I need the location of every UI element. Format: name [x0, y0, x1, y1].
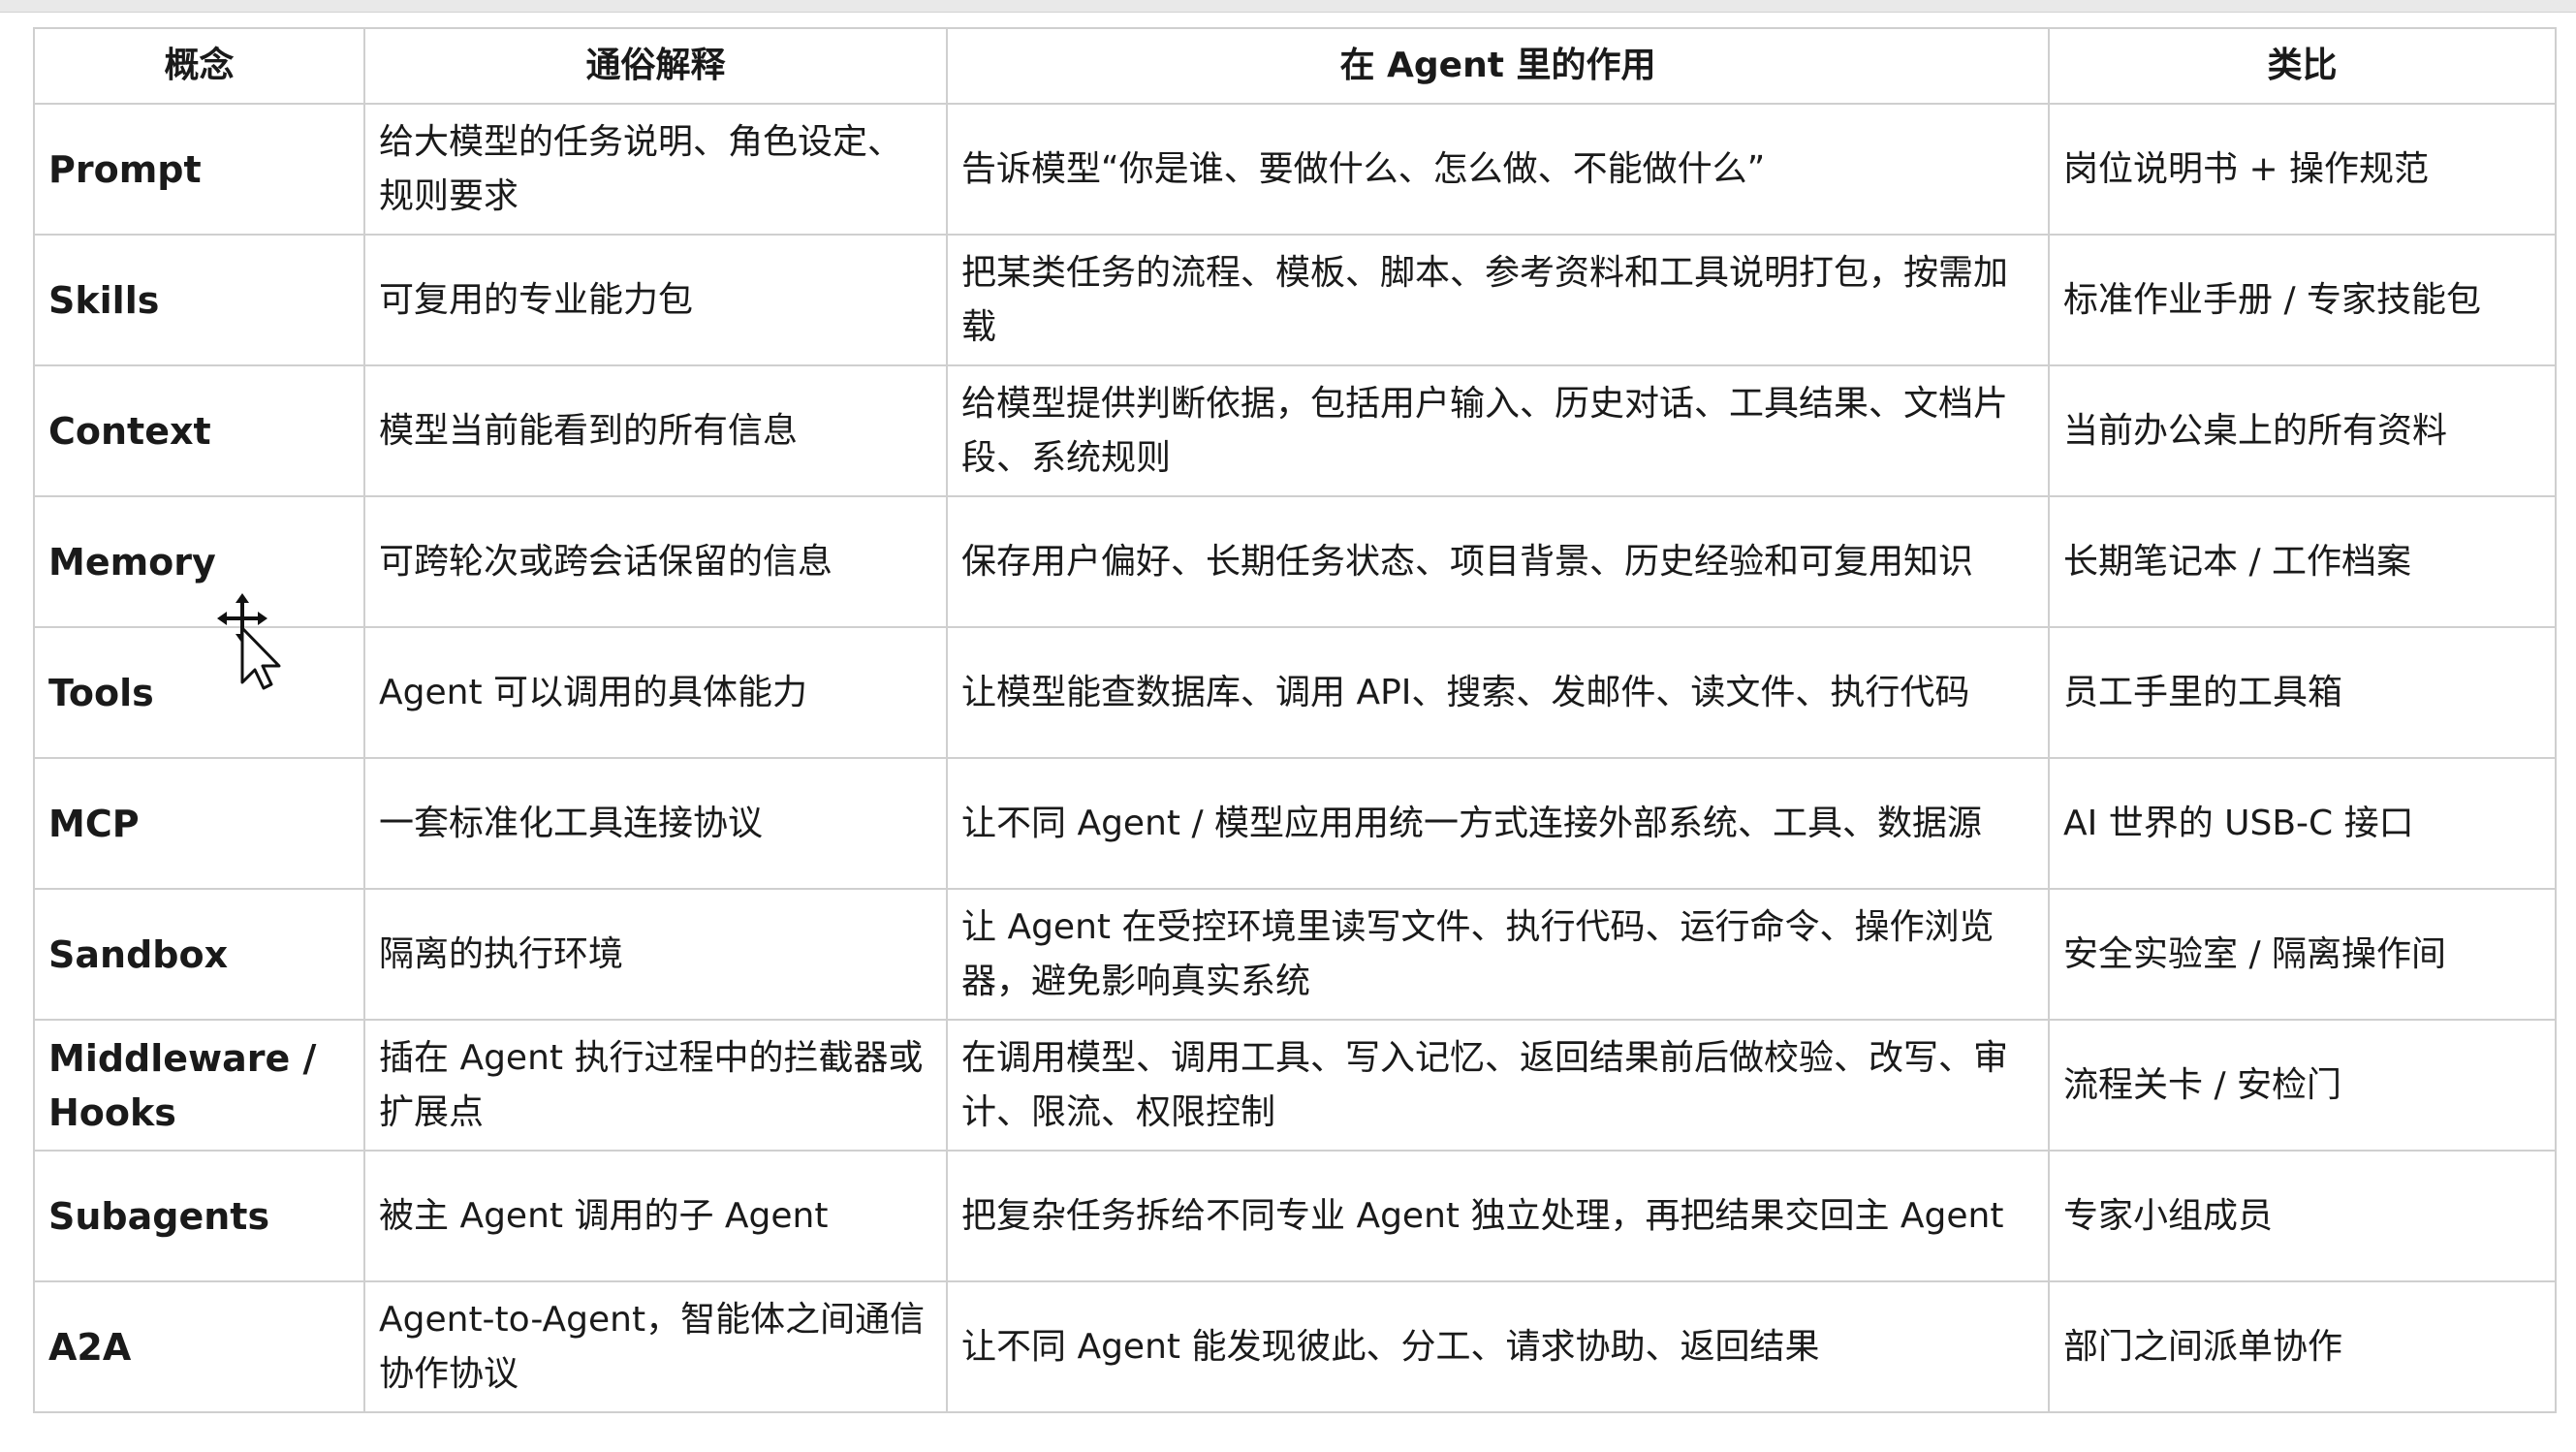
row-explanation: 一套标准化工具连接协议 — [363, 757, 948, 890]
row-explanation: 可复用的专业能力包 — [363, 234, 948, 366]
row-explanation: 模型当前能看到的所有信息 — [363, 364, 948, 497]
row-analogy: 专家小组成员 — [2048, 1150, 2557, 1282]
table-row: Memory 可跨轮次或跨会话保留的信息 保存用户偏好、长期任务状态、项目背景、… — [33, 495, 2557, 628]
row-role: 给模型提供判断依据，包括用户输入、历史对话、工具结果、文档片段、系统规则 — [946, 364, 2050, 497]
row-term: Tools — [33, 626, 365, 759]
row-role: 把复杂任务拆给不同专业 Agent 独立处理，再把结果交回主 Agent — [946, 1150, 2050, 1282]
row-explanation: 可跨轮次或跨会话保留的信息 — [363, 495, 948, 628]
top-window-strip — [0, 0, 2576, 13]
table-row: Prompt 给大模型的任务说明、角色设定、规则要求 告诉模型“你是谁、要做什么… — [33, 103, 2557, 236]
row-analogy: 长期笔记本 / 工作档案 — [2048, 495, 2557, 628]
row-term: Middleware / Hooks — [33, 1019, 365, 1152]
row-analogy: 员工手里的工具箱 — [2048, 626, 2557, 759]
header-plain-explanation: 通俗解释 — [363, 27, 948, 105]
row-term: Skills — [33, 234, 365, 366]
move-arrow-cursor-icon — [209, 593, 287, 690]
row-explanation: 给大模型的任务说明、角色设定、规则要求 — [363, 103, 948, 236]
row-explanation: 隔离的执行环境 — [363, 888, 948, 1021]
row-term: Sandbox — [33, 888, 365, 1021]
table-row: Tools Agent 可以调用的具体能力 让模型能查数据库、调用 API、搜索… — [33, 626, 2557, 759]
table-header-row: 概念 通俗解释 在 Agent 里的作用 类比 — [33, 27, 2557, 105]
header-concept: 概念 — [33, 27, 365, 105]
row-explanation: 被主 Agent 调用的子 Agent — [363, 1150, 948, 1282]
row-explanation: Agent 可以调用的具体能力 — [363, 626, 948, 759]
table-row: Subagents 被主 Agent 调用的子 Agent 把复杂任务拆给不同专… — [33, 1150, 2557, 1282]
row-analogy: 安全实验室 / 隔离操作间 — [2048, 888, 2557, 1021]
concept-table: 概念 通俗解释 在 Agent 里的作用 类比 Prompt 给大模型的任务说明… — [33, 27, 2557, 1413]
row-analogy: 标准作业手册 / 专家技能包 — [2048, 234, 2557, 366]
row-term: MCP — [33, 757, 365, 890]
table-row: MCP 一套标准化工具连接协议 让不同 Agent / 模型应用用统一方式连接外… — [33, 757, 2557, 890]
row-analogy: 部门之间派单协作 — [2048, 1280, 2557, 1413]
header-analogy: 类比 — [2048, 27, 2557, 105]
row-analogy: 流程关卡 / 安检门 — [2048, 1019, 2557, 1152]
row-role: 让不同 Agent / 模型应用用统一方式连接外部系统、工具、数据源 — [946, 757, 2050, 890]
row-term: Context — [33, 364, 365, 497]
table-row: Context 模型当前能看到的所有信息 给模型提供判断依据，包括用户输入、历史… — [33, 364, 2557, 497]
row-term: Prompt — [33, 103, 365, 236]
row-term: Subagents — [33, 1150, 365, 1282]
table-row: A2A Agent-to-Agent，智能体之间通信协作协议 让不同 Agent… — [33, 1280, 2557, 1413]
row-explanation: Agent-to-Agent，智能体之间通信协作协议 — [363, 1280, 948, 1413]
row-role: 让不同 Agent 能发现彼此、分工、请求协助、返回结果 — [946, 1280, 2050, 1413]
row-role: 在调用模型、调用工具、写入记忆、返回结果前后做校验、改写、审计、限流、权限控制 — [946, 1019, 2050, 1152]
row-term: A2A — [33, 1280, 365, 1413]
row-analogy: 当前办公桌上的所有资料 — [2048, 364, 2557, 497]
header-role-in-agent: 在 Agent 里的作用 — [946, 27, 2050, 105]
row-explanation: 插在 Agent 执行过程中的拦截器或扩展点 — [363, 1019, 948, 1152]
row-role: 保存用户偏好、长期任务状态、项目背景、历史经验和可复用知识 — [946, 495, 2050, 628]
row-analogy: 岗位说明书 + 操作规范 — [2048, 103, 2557, 236]
table-row: Sandbox 隔离的执行环境 让 Agent 在受控环境里读写文件、执行代码、… — [33, 888, 2557, 1021]
row-term: Memory — [33, 495, 365, 628]
row-role: 让模型能查数据库、调用 API、搜索、发邮件、读文件、执行代码 — [946, 626, 2050, 759]
row-role: 把某类任务的流程、模板、脚本、参考资料和工具说明打包，按需加载 — [946, 234, 2050, 366]
row-role: 告诉模型“你是谁、要做什么、怎么做、不能做什么” — [946, 103, 2050, 236]
row-role: 让 Agent 在受控环境里读写文件、执行代码、运行命令、操作浏览器，避免影响真… — [946, 888, 2050, 1021]
table-row: Skills 可复用的专业能力包 把某类任务的流程、模板、脚本、参考资料和工具说… — [33, 234, 2557, 366]
row-analogy: AI 世界的 USB-C 接口 — [2048, 757, 2557, 890]
table-row: Middleware / Hooks 插在 Agent 执行过程中的拦截器或扩展… — [33, 1019, 2557, 1152]
